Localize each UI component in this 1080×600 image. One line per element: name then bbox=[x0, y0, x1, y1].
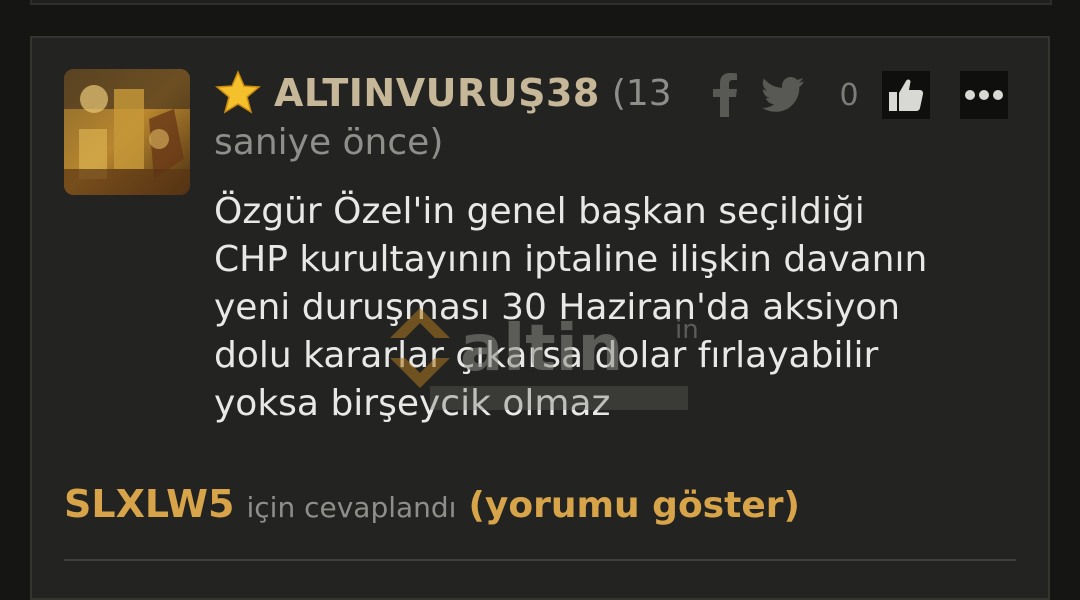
comment-header: ALTINVURUŞ38 (13 bbox=[214, 68, 672, 118]
comment-time-start: (13 bbox=[611, 72, 672, 114]
comment-line: CHP kurultayının iptaline ilişkin davanı… bbox=[214, 239, 928, 280]
thumbs-up-icon bbox=[889, 79, 924, 111]
reply-info: SLXLW5 için cevaplandı (yorumu göster) bbox=[64, 482, 800, 532]
star-icon bbox=[215, 70, 261, 114]
comment-line: yoksa birşeycik olmaz bbox=[214, 383, 611, 424]
reply-label: için cevaplandı bbox=[246, 491, 457, 524]
reply-to-username[interactable]: SLXLW5 bbox=[64, 482, 235, 526]
like-button[interactable] bbox=[882, 71, 930, 119]
comment-card: ALTINVURUŞ38 (13 0 saniye önce) Özgür Öz… bbox=[30, 36, 1050, 600]
more-options-button[interactable] bbox=[960, 71, 1008, 119]
comment-line: yeni duruşması 30 Haziran'da aksiyon bbox=[214, 287, 901, 328]
comment-line: Özgür Özel'in genel başkan seçildiği bbox=[214, 191, 865, 232]
more-icon bbox=[965, 90, 1003, 100]
show-comment-link[interactable]: (yorumu göster) bbox=[468, 485, 799, 526]
like-count: 0 bbox=[839, 77, 859, 113]
comment-actions: 0 bbox=[712, 70, 1008, 120]
comment-line: dolu kararlar çıkarsa dolar fırlayabilir bbox=[214, 335, 879, 376]
twitter-icon[interactable] bbox=[762, 77, 804, 113]
comment-username[interactable]: ALTINVURUŞ38 bbox=[274, 71, 600, 115]
avatar[interactable] bbox=[64, 69, 190, 195]
comment-body: Özgür Özel'in genel başkan seçildiği CHP… bbox=[214, 188, 1014, 428]
divider bbox=[64, 559, 1016, 561]
previous-comment-card bbox=[30, 0, 1052, 5]
facebook-icon[interactable] bbox=[712, 73, 738, 117]
comment-time-end: saniye önce) bbox=[214, 122, 444, 163]
